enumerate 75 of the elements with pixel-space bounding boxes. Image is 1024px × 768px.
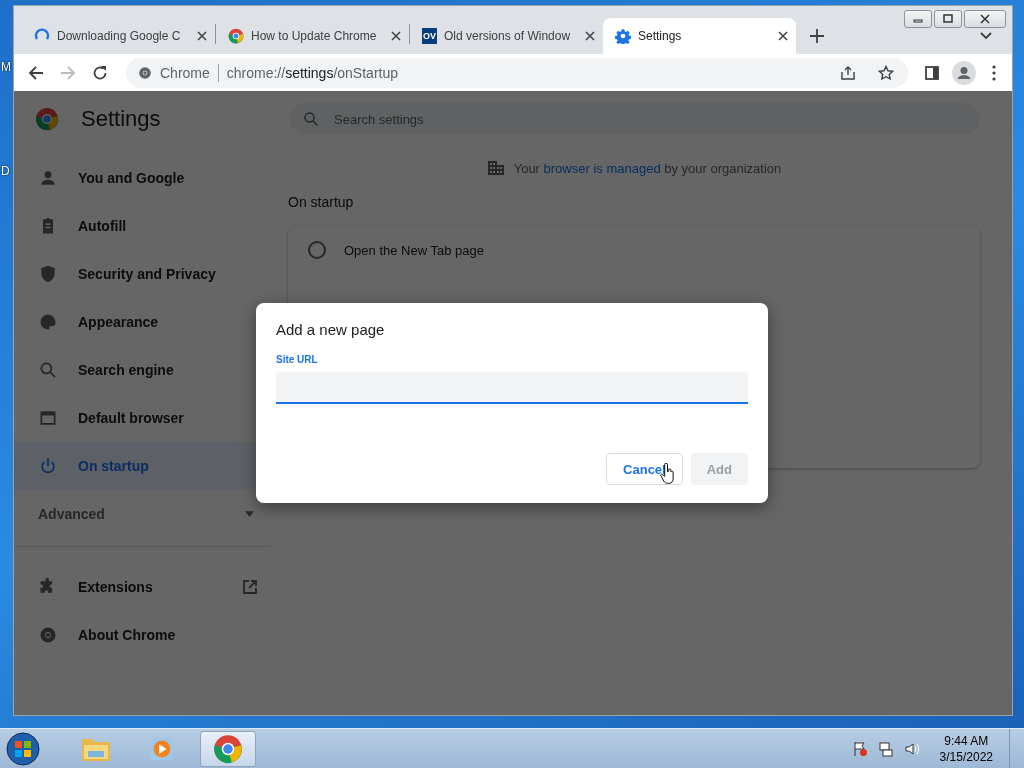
chevron-down-icon[interactable] (980, 32, 992, 40)
maximize-icon (943, 14, 953, 24)
sidebar-item[interactable]: About Chrome (14, 611, 270, 659)
reload-icon[interactable] (92, 64, 108, 81)
maximize-button[interactable] (934, 10, 962, 28)
taskbar-app[interactable] (200, 730, 256, 767)
external-link-icon (242, 579, 258, 595)
section-title: On startup (288, 194, 355, 210)
tab-title: Settings (638, 29, 683, 43)
sidebar-item[interactable]: Default browser (14, 394, 270, 442)
person-icon (38, 168, 58, 188)
clock-date: 3/15/2022 (939, 748, 993, 765)
chrome-logo-icon (213, 733, 243, 764)
tab-title: Old versions of Window (444, 29, 572, 43)
tab-title: Downloading Google C (57, 29, 182, 43)
chrome-logo-icon (35, 107, 59, 131)
search-icon (302, 110, 320, 128)
site-label: Chrome (160, 64, 210, 81)
power-icon (38, 456, 58, 476)
clock-time: 9:44 AM (944, 732, 989, 749)
managed-notice: Your browser is managed by your organization (513, 160, 782, 176)
shield-icon (38, 264, 58, 284)
palette-icon (38, 312, 58, 332)
profile-icon[interactable] (952, 60, 976, 85)
chrome-icon (138, 65, 152, 80)
url-input-field[interactable] (276, 372, 748, 404)
tab-title: How to Update Chrome (251, 29, 378, 43)
chrome-logo-icon (228, 28, 244, 44)
new-tab-icon[interactable] (810, 29, 824, 43)
close-icon[interactable] (585, 31, 595, 41)
star-icon[interactable] (878, 64, 894, 81)
close-button[interactable] (964, 10, 1006, 28)
building-icon (486, 160, 505, 176)
advanced-toggle[interactable]: Advanced (14, 490, 270, 538)
close-icon[interactable] (197, 31, 207, 41)
search-field[interactable]: Search settings (290, 103, 980, 135)
sidebar-item[interactable]: Security and Privacy (14, 250, 270, 298)
clock[interactable]: 9:44 AM 3/15/2022 (939, 732, 993, 765)
browser-icon (38, 408, 58, 428)
browser-tab[interactable]: Settings (603, 18, 796, 54)
settings-title: Settings (81, 106, 161, 132)
option-label: Open the New Tab page (344, 242, 484, 258)
start-button[interactable] (6, 731, 40, 766)
managed-link[interactable]: browser is managed (543, 160, 661, 176)
sidebar-item[interactable]: You and Google (14, 154, 270, 202)
flag-icon[interactable] (851, 740, 868, 757)
network-icon[interactable] (877, 740, 894, 757)
settings-icon (615, 28, 631, 44)
url-text: chrome://settings/onStartup (226, 64, 398, 81)
side-panel-icon[interactable] (924, 64, 940, 81)
site-favicon: OV (422, 28, 437, 44)
search-icon (38, 360, 58, 380)
browser-tab[interactable]: OV Old versions of Window (410, 18, 603, 54)
close-icon[interactable] (391, 31, 401, 41)
sidebar-item[interactable]: Appearance (14, 298, 270, 346)
sidebar-item[interactable]: Search engine (14, 346, 270, 394)
volume-icon[interactable] (903, 740, 920, 757)
sidebar-item[interactable]: Autofill (14, 202, 270, 250)
browser-tab[interactable]: Downloading Google C (22, 18, 215, 54)
share-icon[interactable] (840, 64, 856, 81)
dialog-title: Add a new page (276, 321, 386, 338)
field-label: Site URL (276, 354, 319, 365)
close-icon[interactable] (778, 31, 788, 41)
browser-tab[interactable]: How to Update Chrome (216, 18, 409, 54)
desktop-icon-label: M (1, 60, 11, 74)
minimize-button[interactable] (904, 10, 932, 28)
caret-icon (245, 511, 254, 517)
close-icon (980, 14, 990, 24)
back-icon[interactable] (28, 64, 44, 81)
address-bar[interactable]: Chrome chrome://settings/onStartup (126, 57, 908, 88)
desktop-icon-label: D (1, 164, 11, 178)
radio-button[interactable] (308, 241, 326, 259)
sidebar-item[interactable]: Extensions (14, 563, 270, 611)
chrome-icon (38, 625, 58, 645)
menu-icon[interactable] (992, 64, 996, 81)
